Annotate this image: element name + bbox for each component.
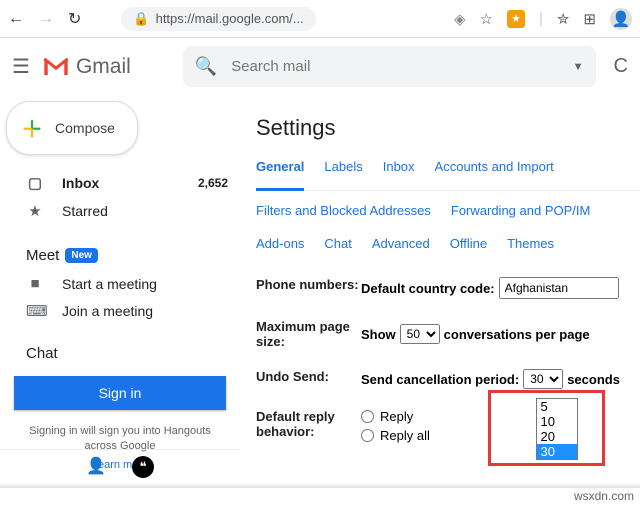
page-size-select[interactable]: 50 [400,324,440,344]
divider: | [539,10,543,27]
gmail-text: Gmail [76,55,131,79]
dropdown-option[interactable]: 5 [537,399,577,414]
setting-reply-behavior: Default reply behavior: Reply Reply all [256,409,640,447]
favorites-list-icon[interactable]: ✮ [557,10,570,28]
settings-panel: Settings General Labels Inbox Accounts a… [240,97,640,481]
back-icon[interactable]: ← [8,10,24,28]
reply-all-radio[interactable] [361,429,374,442]
new-badge: New [65,248,98,263]
plus-icon: ＋ [21,112,43,144]
search-box[interactable]: 🔍 ▼ [183,46,596,87]
tab-forwarding[interactable]: Forwarding and POP/IM [451,203,590,224]
starred-label: Starred [62,203,108,219]
collections-icon[interactable]: ⊞ [583,10,596,28]
reader-icon[interactable]: ◈ [454,10,466,28]
profile-avatar[interactable]: 👤 [610,8,632,30]
refresh-icon[interactable]: ↻ [68,9,81,29]
sidebar-item-starred[interactable]: ★ Starred [0,197,240,225]
sidebar: ＋ Compose ▢ Inbox 2,652 ★ Starred Meet N… [0,97,240,481]
url-text: https://mail.google.com/... [156,11,304,26]
dropdown-option-selected[interactable]: 30 [537,444,577,459]
inbox-label: Inbox [62,175,99,191]
tab-accounts[interactable]: Accounts and Import [435,159,554,180]
tab-general[interactable]: General [256,159,304,191]
address-bar[interactable]: 🔒 https://mail.google.com/... [121,7,315,31]
reply-radio[interactable] [361,410,374,423]
setting-page-size: Maximum page size: Show 50 conversations… [256,319,640,349]
sidebar-footer: 👤 ❝ [0,449,240,484]
person-icon[interactable]: 👤 [86,456,106,478]
video-icon: ■ [26,275,44,292]
search-icon[interactable]: 🔍 [195,56,217,77]
support-icon[interactable]: C [614,55,628,78]
inbox-icon: ▢ [26,174,44,192]
menu-icon[interactable]: ☰ [12,54,30,79]
favorites-bar-icon[interactable]: ★ [507,10,525,28]
tab-chat[interactable]: Chat [324,236,351,257]
tab-filters[interactable]: Filters and Blocked Addresses [256,203,431,224]
undo-period-select[interactable]: 30 [523,369,563,389]
setting-undo-send: Undo Send: Send cancellation period: 30 … [256,369,640,389]
compose-label: Compose [55,120,115,136]
hangouts-icon[interactable]: ❝ [132,456,154,478]
sidebar-item-inbox[interactable]: ▢ Inbox 2,652 [0,169,240,197]
start-meeting[interactable]: ■ Start a meeting [0,270,240,297]
tab-themes[interactable]: Themes [507,236,554,257]
favorite-icon[interactable]: ☆ [479,10,492,28]
search-input[interactable] [231,58,558,75]
watermark: wsxdn.com [574,489,634,503]
tab-labels[interactable]: Labels [324,159,362,180]
tab-inbox[interactable]: Inbox [383,159,415,180]
join-meeting[interactable]: ⌨ Join a meeting [0,297,240,325]
signin-button[interactable]: Sign in [14,376,226,410]
settings-tabs: General Labels Inbox Accounts and Import [256,159,640,191]
inbox-count: 2,652 [198,176,228,190]
meet-heading: Meet New [0,243,240,270]
browser-toolbar: ← → ↻ 🔒 https://mail.google.com/... ◈ ☆ … [0,0,640,38]
lock-icon: 🔒 [133,11,149,27]
country-code-input[interactable] [499,277,619,299]
app-header: ☰ Gmail 🔍 ▼ C [0,38,640,97]
dropdown-option[interactable]: 10 [537,414,577,429]
forward-icon[interactable]: → [38,10,54,28]
compose-button[interactable]: ＋ Compose [6,101,138,155]
undo-period-dropdown[interactable]: 5 10 20 30 [536,398,578,460]
gmail-logo[interactable]: Gmail [42,55,131,79]
chat-heading: Chat [0,341,240,368]
dropdown-option[interactable]: 20 [537,429,577,444]
tab-advanced[interactable]: Advanced [372,236,430,257]
setting-phone: Phone numbers: Default country code: [256,277,640,299]
star-icon: ★ [26,202,44,220]
page-title: Settings [256,115,640,141]
tab-offline[interactable]: Offline [450,236,487,257]
keyboard-icon: ⌨ [26,302,44,320]
tab-addons[interactable]: Add-ons [256,236,304,257]
search-options-icon[interactable]: ▼ [573,61,584,73]
